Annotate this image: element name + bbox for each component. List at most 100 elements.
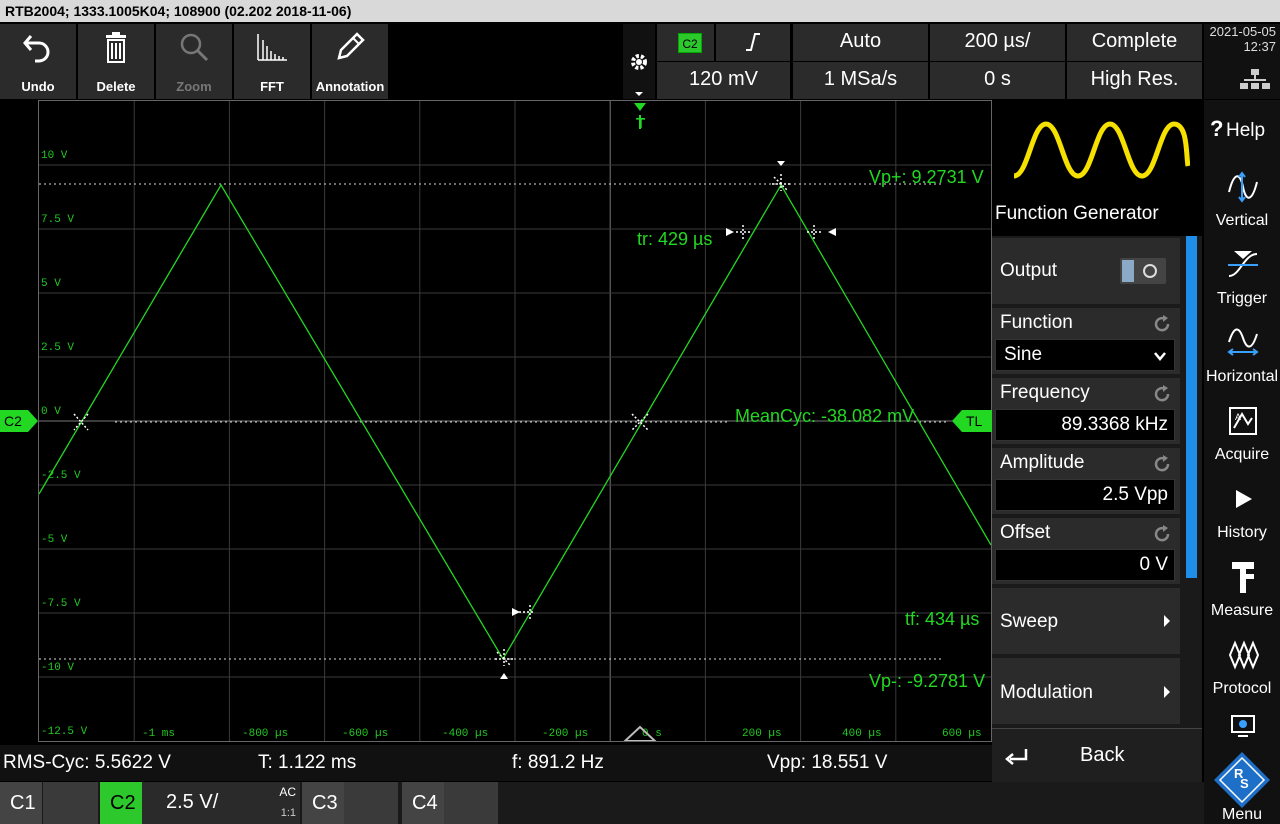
back-label: Back xyxy=(1080,744,1125,766)
channel-c4-info xyxy=(444,782,498,824)
vertical-icon xyxy=(1228,171,1258,203)
channel-bar: C1 C2 2.5 V/ AC 1:1 C3 C4 xyxy=(0,782,1204,824)
frequency-row[interactable]: Frequency 89.3368 kHz xyxy=(992,378,1180,444)
y-label: 5 V xyxy=(41,278,61,290)
protocol-icon xyxy=(1228,640,1260,670)
x-label: -1 ms xyxy=(142,728,175,740)
history-button[interactable]: History xyxy=(1204,472,1280,548)
trigger-position-marker: T xyxy=(634,103,646,132)
channel-c2-probe: 1:1 xyxy=(280,807,296,819)
back-button[interactable]: Back xyxy=(992,728,1202,783)
monitor-gear-icon xyxy=(1231,715,1255,737)
svg-text:A: A xyxy=(1235,412,1241,422)
trigger-level-marker[interactable]: TL xyxy=(952,410,992,432)
trigger-button[interactable]: Trigger xyxy=(1204,238,1280,314)
rising-edge-icon xyxy=(746,33,760,51)
offset-row[interactable]: Offset 0 V xyxy=(992,518,1180,584)
zoom-label: Zoom xyxy=(176,79,212,94)
output-toggle[interactable] xyxy=(1120,258,1166,284)
help-label: Help xyxy=(1226,120,1266,141)
function-generator-panel: Function Generator Output Function Sine … xyxy=(992,100,1202,742)
y-label: -12.5 V xyxy=(41,726,88,738)
acquire-label: Acquire xyxy=(1214,446,1270,463)
waveform-display[interactable]: 10 V 7.5 V 5 V 2.5 V 0 V -2.5 V -5 V -7.… xyxy=(38,100,992,742)
frequency-measurement[interactable]: f: 891.2 Hz xyxy=(512,745,604,781)
undo-button[interactable]: Undo xyxy=(0,24,76,99)
x-label: 400 µs xyxy=(842,728,882,740)
channel-c2-button[interactable]: C2 xyxy=(100,782,142,824)
back-arrow-icon xyxy=(1005,749,1028,765)
time-offset-cell[interactable]: 0 s xyxy=(930,62,1065,99)
timebase-cell[interactable]: 200 µs/ xyxy=(930,24,1065,61)
annotation-button[interactable]: Annotation xyxy=(312,24,388,99)
measure-button[interactable]: Measure xyxy=(1204,550,1280,626)
help-icon: ? xyxy=(1210,116,1224,141)
date-text: 2021-05-05 xyxy=(1209,24,1277,39)
fg-scrollbar[interactable] xyxy=(1186,236,1197,578)
channel-c3-button[interactable]: C3 xyxy=(302,782,344,824)
acquire-icon: A xyxy=(1229,407,1257,435)
sample-rate-cell[interactable]: 1 MSa/s xyxy=(793,62,928,99)
annotation-label: Annotation xyxy=(315,79,385,94)
channel-c2-coupling: AC xyxy=(279,785,296,799)
acq-status-cell[interactable]: Complete xyxy=(1067,24,1202,61)
acquire-button[interactable]: A Acquire xyxy=(1204,394,1280,470)
delete-label: Delete xyxy=(96,79,136,94)
trigger-icon xyxy=(1228,251,1258,277)
vpp-measurement[interactable]: Vpp: 18.551 V xyxy=(767,745,887,781)
x-label: 600 µs xyxy=(942,728,982,740)
frequency-input[interactable]: 89.3368 kHz xyxy=(995,409,1175,441)
reset-icon[interactable] xyxy=(1152,314,1172,334)
screenshot-button[interactable] xyxy=(1204,706,1280,748)
channel-c1-button[interactable]: C1 xyxy=(0,782,42,824)
channel-c4-button[interactable]: C4 xyxy=(402,782,444,824)
window-title: RTB2004; 1333.1005K04; 108900 (02.202 20… xyxy=(0,0,1280,22)
function-row[interactable]: Function Sine xyxy=(992,308,1180,374)
gear-icon xyxy=(631,54,647,96)
trigger-level-label: TL xyxy=(966,413,983,429)
active-channel-badge: C2 xyxy=(678,33,702,53)
horizontal-button[interactable]: Horizontal xyxy=(1204,316,1280,392)
amplitude-input[interactable]: 2.5 Vpp xyxy=(995,479,1175,511)
vertical-label: Vertical xyxy=(1215,212,1269,229)
vp-plus-label: Vp+: 9.2731 V xyxy=(869,167,984,187)
function-select[interactable]: Sine xyxy=(995,339,1175,371)
trigger-mode-cell[interactable]: Auto xyxy=(793,24,928,61)
modulation-row[interactable]: Modulation xyxy=(992,658,1180,724)
settings-button[interactable] xyxy=(623,24,655,99)
channel-offset-marker[interactable]: C2 xyxy=(0,410,38,432)
offset-input[interactable]: 0 V xyxy=(995,549,1175,581)
acq-mode-cell[interactable]: High Res. xyxy=(1067,62,1202,99)
reset-icon[interactable] xyxy=(1152,454,1172,474)
frequency-label: Frequency xyxy=(1000,382,1090,403)
help-button[interactable]: ? Help xyxy=(1204,102,1280,156)
trash-icon xyxy=(106,32,126,63)
modulation-label: Modulation xyxy=(1000,682,1093,703)
reset-icon[interactable] xyxy=(1152,384,1172,404)
delete-button[interactable]: Delete xyxy=(78,24,154,99)
fft-button[interactable]: FFT xyxy=(234,24,310,99)
sweep-row[interactable]: Sweep xyxy=(992,588,1180,654)
reset-icon[interactable] xyxy=(1152,524,1172,544)
trigger-level-cell[interactable]: 120 mV xyxy=(657,62,790,99)
channel-c2-info[interactable]: 2.5 V/ AC 1:1 xyxy=(142,782,300,824)
channel-c1-info xyxy=(43,782,98,824)
undo-icon xyxy=(23,35,50,63)
y-label: 10 V xyxy=(41,150,68,162)
toolbar: Undo Delete Zoom FFT Annotation xyxy=(0,24,390,99)
protocol-button[interactable]: Protocol xyxy=(1204,628,1280,704)
pencil-icon xyxy=(337,32,365,60)
menu-icon: R S xyxy=(1214,752,1270,808)
chevron-down-icon xyxy=(1154,352,1166,361)
menu-button[interactable]: R S Menu xyxy=(1204,748,1280,824)
history-label: History xyxy=(1217,524,1267,541)
tr-label: tr: 429 µs xyxy=(637,229,712,249)
rms-measurement[interactable]: RMS-Cyc: 5.5622 V xyxy=(3,745,171,781)
trigger-edge-cell[interactable] xyxy=(716,24,790,61)
output-row[interactable]: Output xyxy=(992,238,1180,304)
zoom-button[interactable]: Zoom xyxy=(156,24,232,99)
fg-header: Function Generator xyxy=(992,100,1202,236)
amplitude-row[interactable]: Amplitude 2.5 Vpp xyxy=(992,448,1180,514)
period-measurement[interactable]: T: 1.122 ms xyxy=(258,745,356,781)
vertical-button[interactable]: Vertical xyxy=(1204,160,1280,236)
